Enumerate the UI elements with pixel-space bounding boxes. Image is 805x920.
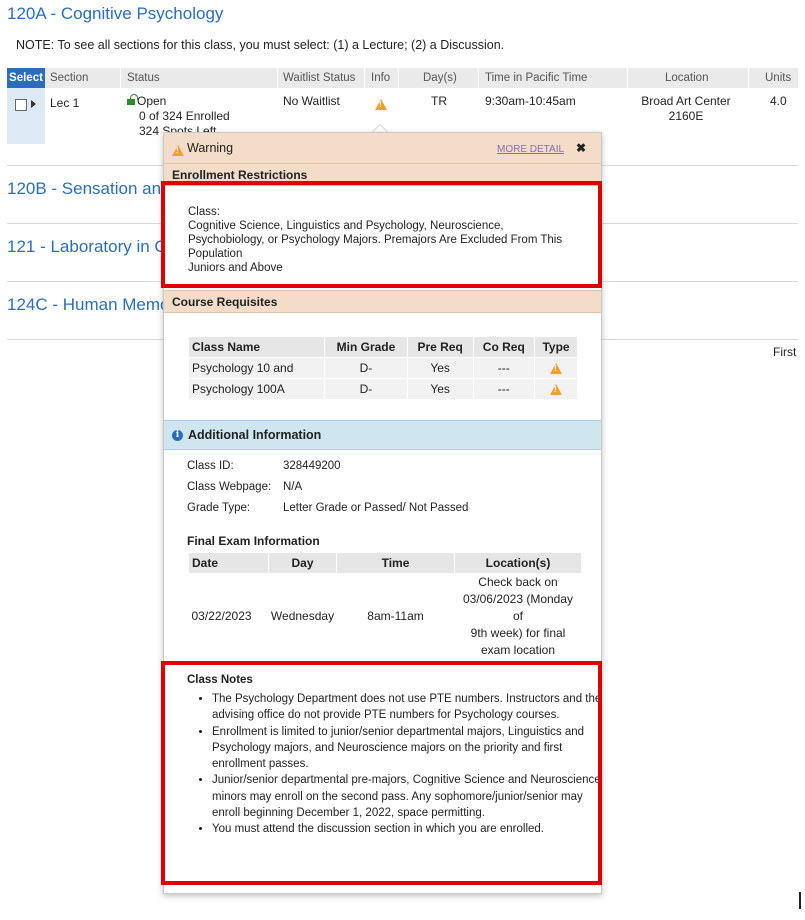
final-location-line: Check back on: [478, 575, 558, 589]
expand-arrow-icon[interactable]: [31, 100, 36, 108]
close-icon[interactable]: ✖: [576, 141, 586, 155]
req-col-name: Class Name: [187, 336, 326, 358]
popup-title: Warning: [187, 141, 234, 155]
table-row: 03/22/2023 Wednesday 8am-11am Check back…: [189, 574, 582, 660]
final-date: 03/22/2023: [191, 609, 252, 623]
status-open: Open: [137, 94, 167, 108]
req-pre: Yes: [406, 378, 474, 400]
req-pre: Yes: [406, 357, 474, 379]
pager-first[interactable]: First: [773, 345, 796, 359]
course-title-120a[interactable]: 120A - Cognitive Psychology: [7, 4, 223, 24]
course-requisites-title: Course Requisites: [172, 295, 278, 309]
additional-info-title: Additional Information: [188, 428, 322, 442]
additional-info-header: i Additional Information: [164, 420, 601, 450]
req-col-type: Type: [534, 336, 578, 358]
highlight-enrollment-restrictions: [161, 181, 602, 288]
req-name: Psychology 10 and: [187, 357, 326, 379]
text-cursor: [799, 892, 801, 909]
status-cell: Open: [127, 94, 166, 108]
grade-type-label: Grade Type:: [187, 502, 251, 514]
table-row: Psychology 100A D- Yes ---: [187, 378, 578, 400]
req-col-min: Min Grade: [324, 336, 408, 358]
req-min: D-: [324, 357, 408, 379]
popup-header: Warning MORE DETAIL ✖: [164, 133, 601, 164]
select-cell: [7, 88, 45, 144]
table-row: Psychology 10 and D- Yes ---: [187, 357, 578, 379]
enrollment-restrictions-title: Enrollment Restrictions: [172, 168, 308, 182]
course-requisites-header: Course Requisites: [164, 290, 601, 313]
highlight-class-notes: [161, 661, 602, 885]
location-value-1: Broad Art Center: [641, 94, 731, 108]
info-icon: i: [172, 428, 183, 442]
units-value: 4.0: [770, 94, 787, 108]
final-col-time: Time: [336, 552, 455, 574]
waitlist-header: Waitlist Status: [283, 72, 356, 84]
final-exam-table: Date Day Time Location(s) 03/22/2023 Wed…: [188, 552, 582, 659]
sections-table-header: Select Section Status Waitlist Status In…: [7, 68, 798, 88]
req-co: ---: [472, 357, 536, 379]
final-col-date: Date: [188, 552, 269, 574]
unlock-icon: [127, 94, 138, 105]
class-id-value: 328449200: [283, 460, 341, 472]
course-title-124c[interactable]: 124C - Human Memo: [7, 295, 170, 315]
time-value: 9:30am-10:45am: [485, 94, 576, 108]
final-location-line: 03/06/2023 (Monday of: [462, 592, 574, 623]
final-exam-title: Final Exam Information: [187, 534, 320, 548]
req-type-warning-icon[interactable]: [534, 357, 578, 379]
location-header[interactable]: Location: [665, 72, 708, 84]
course-title-120b[interactable]: 120B - Sensation an: [7, 179, 161, 199]
waitlist-status: No Waitlist: [283, 94, 340, 108]
location-value-2: 2160E: [668, 109, 704, 123]
class-id-label: Class ID:: [187, 460, 234, 472]
warning-icon: [172, 142, 184, 160]
final-day: Wednesday: [270, 609, 335, 623]
final-location: Check back on 03/06/2023 (Monday of 9th …: [455, 574, 582, 660]
select-header: Select: [7, 68, 45, 88]
requisites-table: Class Name Min Grade Pre Req Co Req Type…: [187, 336, 578, 400]
enrolled-count: 0 of 324 Enrolled: [139, 109, 230, 123]
final-location-line: exam location: [480, 643, 556, 657]
req-name: Psychology 100A: [187, 378, 326, 400]
req-col-pre: Pre Req: [406, 336, 474, 358]
info-header[interactable]: Info: [371, 72, 390, 84]
section-link[interactable]: Lec 1: [50, 96, 79, 110]
req-type-warning-icon[interactable]: [534, 378, 578, 400]
section-checkbox[interactable]: [15, 99, 27, 111]
section-note: NOTE: To see all sections for this class…: [16, 38, 505, 52]
status-header[interactable]: Status: [127, 72, 160, 84]
final-time: 8am-11am: [367, 609, 424, 623]
final-col-location: Location(s): [454, 552, 582, 574]
req-col-co: Co Req: [472, 336, 536, 358]
days-value: TR: [431, 94, 447, 108]
req-min: D-: [324, 378, 408, 400]
section-header: Section: [50, 72, 89, 84]
time-header: Time in Pacific Time: [485, 72, 588, 84]
final-col-day: Day: [268, 552, 337, 574]
course-title-121[interactable]: 121 - Laboratory in C: [7, 237, 167, 257]
final-location-line: 9th week) for final: [470, 626, 566, 640]
req-co: ---: [472, 378, 536, 400]
days-header: Day(s): [423, 72, 457, 84]
class-webpage-label: Class Webpage:: [187, 481, 272, 493]
warning-icon[interactable]: [375, 96, 387, 114]
units-header[interactable]: Units: [765, 72, 791, 84]
more-detail-link[interactable]: MORE DETAIL: [497, 144, 564, 155]
class-webpage-value: N/A: [283, 481, 303, 493]
grade-type-value: Letter Grade or Passed/ Not Passed: [283, 502, 469, 514]
